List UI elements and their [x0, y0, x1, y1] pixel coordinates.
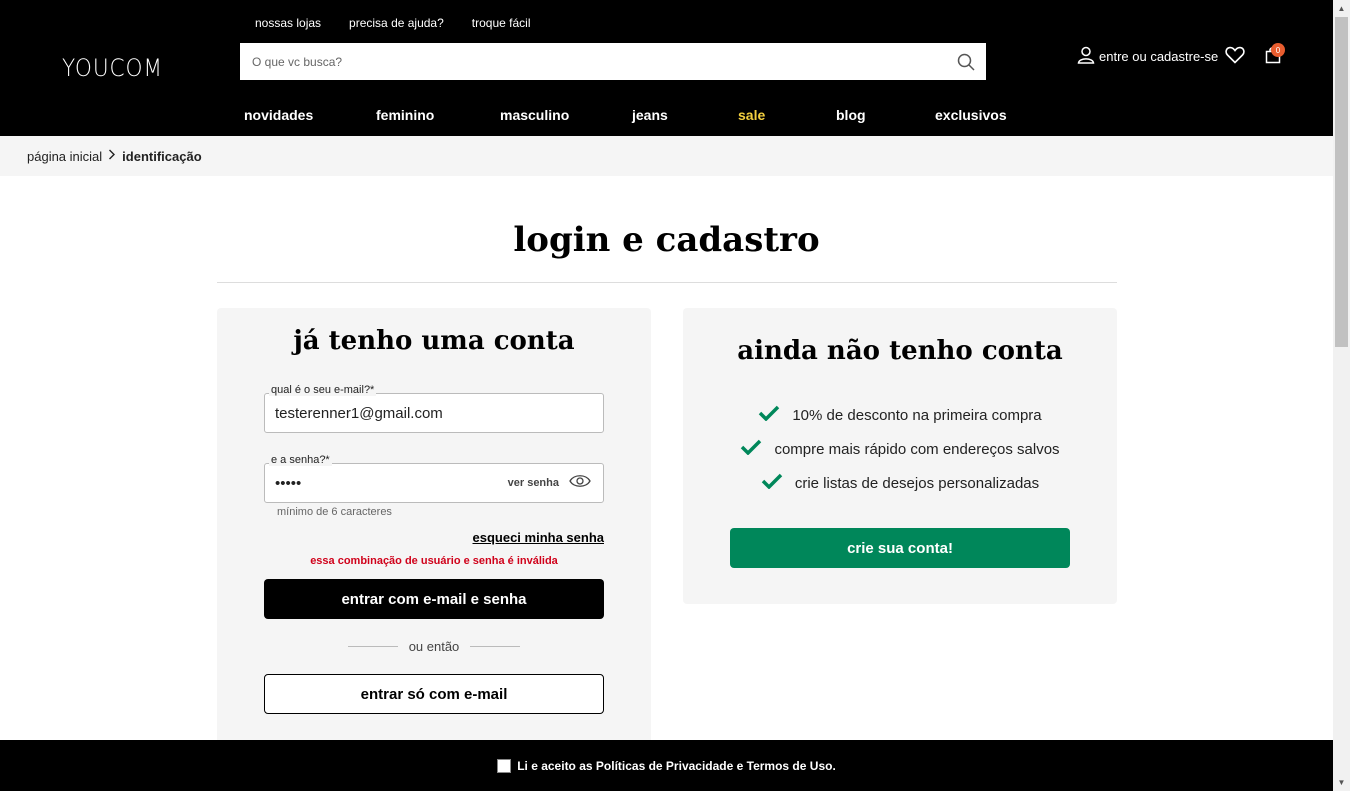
- list-item: crie listas de desejos personalizadas: [683, 466, 1117, 500]
- nav-item-feminino[interactable]: feminino: [376, 107, 434, 123]
- eye-icon: [569, 474, 591, 491]
- signup-panel: ainda não tenho conta 10% de desconto na…: [683, 308, 1117, 604]
- login-submit-button[interactable]: entrar com e-mail e senha: [264, 579, 604, 619]
- search-bar: [240, 43, 986, 80]
- chevron-right-icon: [108, 149, 116, 163]
- email-field: qual é o seu e-mail?*: [264, 384, 604, 433]
- link-nossas-lojas[interactable]: nossas lojas: [255, 16, 321, 30]
- email-only-login-button[interactable]: entrar só com e-mail: [264, 674, 604, 714]
- login-panel: já tenho uma conta qual é o seu e-mail?*…: [217, 308, 651, 748]
- email-label: qual é o seu e-mail?*: [269, 384, 377, 396]
- login-error-message: essa combinação de usuário e senha é inv…: [310, 555, 558, 567]
- cookie-consent-bar: Li e aceito as Políticas de Privacidade …: [0, 740, 1333, 791]
- nav-item-sale[interactable]: sale: [738, 107, 765, 123]
- check-icon: [740, 439, 762, 459]
- forgot-password-link[interactable]: esqueci minha senha: [473, 530, 605, 545]
- vertical-scrollbar[interactable]: ▲ ▼: [1333, 0, 1350, 791]
- link-troque-facil[interactable]: troque fácil: [472, 16, 531, 30]
- scroll-up-arrow-icon[interactable]: ▲: [1333, 0, 1350, 17]
- breadcrumb: página inicial identificação: [0, 136, 1333, 176]
- divider-line-right: [469, 646, 520, 647]
- privacy-consent-text: Li e aceito as Políticas de Privacidade …: [517, 758, 836, 773]
- site-header: YOUCOM nossas lojas precisa de ajuda? tr…: [0, 0, 1333, 136]
- check-icon: [761, 473, 783, 493]
- create-account-button[interactable]: crie sua conta!: [730, 528, 1070, 568]
- nav-item-jeans[interactable]: jeans: [632, 107, 668, 123]
- benefits-list: 10% de desconto na primeira compra compr…: [683, 398, 1117, 500]
- divider-line-left: [348, 646, 398, 647]
- password-label: e a senha?*: [269, 454, 332, 466]
- benefit-text: 10% de desconto na primeira compra: [792, 406, 1042, 424]
- nav-item-novidades[interactable]: novidades: [244, 107, 313, 123]
- account-label: entre ou cadastre-se: [1099, 49, 1219, 64]
- user-icon: [1077, 46, 1095, 67]
- nav-item-masculino[interactable]: masculino: [500, 107, 569, 123]
- nav-item-exclusivos[interactable]: exclusivos: [935, 107, 1007, 123]
- show-password-label: ver senha: [507, 476, 559, 489]
- wishlist-heart-icon[interactable]: [1225, 46, 1245, 69]
- scrollbar-thumb[interactable]: [1335, 17, 1348, 347]
- list-item: 10% de desconto na primeira compra: [683, 398, 1117, 432]
- youcom-logo[interactable]: YOUCOM: [62, 54, 163, 82]
- cart-count-badge: 0: [1271, 43, 1285, 57]
- breadcrumb-current: identificação: [122, 148, 202, 164]
- search-input[interactable]: [240, 43, 946, 80]
- password-field: e a senha?* ver senha: [264, 454, 604, 503]
- login-title: já tenho uma conta: [293, 326, 575, 356]
- check-icon: [758, 405, 780, 425]
- list-item: compre mais rápido com endereços salvos: [683, 432, 1117, 466]
- email-input[interactable]: [265, 394, 603, 432]
- top-links: nossas lojas precisa de ajuda? troque fá…: [255, 16, 530, 30]
- benefit-text: crie listas de desejos personalizadas: [794, 474, 1040, 492]
- scroll-down-arrow-icon[interactable]: ▼: [1333, 774, 1350, 791]
- title-divider: [217, 282, 1117, 283]
- nav-item-blog[interactable]: blog: [836, 107, 866, 123]
- or-label: ou então: [408, 639, 460, 654]
- password-hint: mínimo de 6 caracteres: [277, 506, 392, 518]
- breadcrumb-home[interactable]: página inicial: [27, 149, 102, 164]
- page-title: login e cadastro: [513, 220, 820, 260]
- link-precisa-de-ajuda[interactable]: precisa de ajuda?: [349, 16, 444, 30]
- or-divider: ou então: [348, 639, 520, 654]
- account-link[interactable]: entre ou cadastre-se: [1077, 46, 1218, 67]
- search-icon[interactable]: [946, 43, 986, 80]
- show-password-toggle[interactable]: ver senha: [508, 474, 591, 491]
- privacy-consent-checkbox[interactable]: [497, 758, 512, 773]
- benefit-text: compre mais rápido com endereços salvos: [774, 440, 1060, 458]
- signup-title: ainda não tenho conta: [737, 336, 1063, 366]
